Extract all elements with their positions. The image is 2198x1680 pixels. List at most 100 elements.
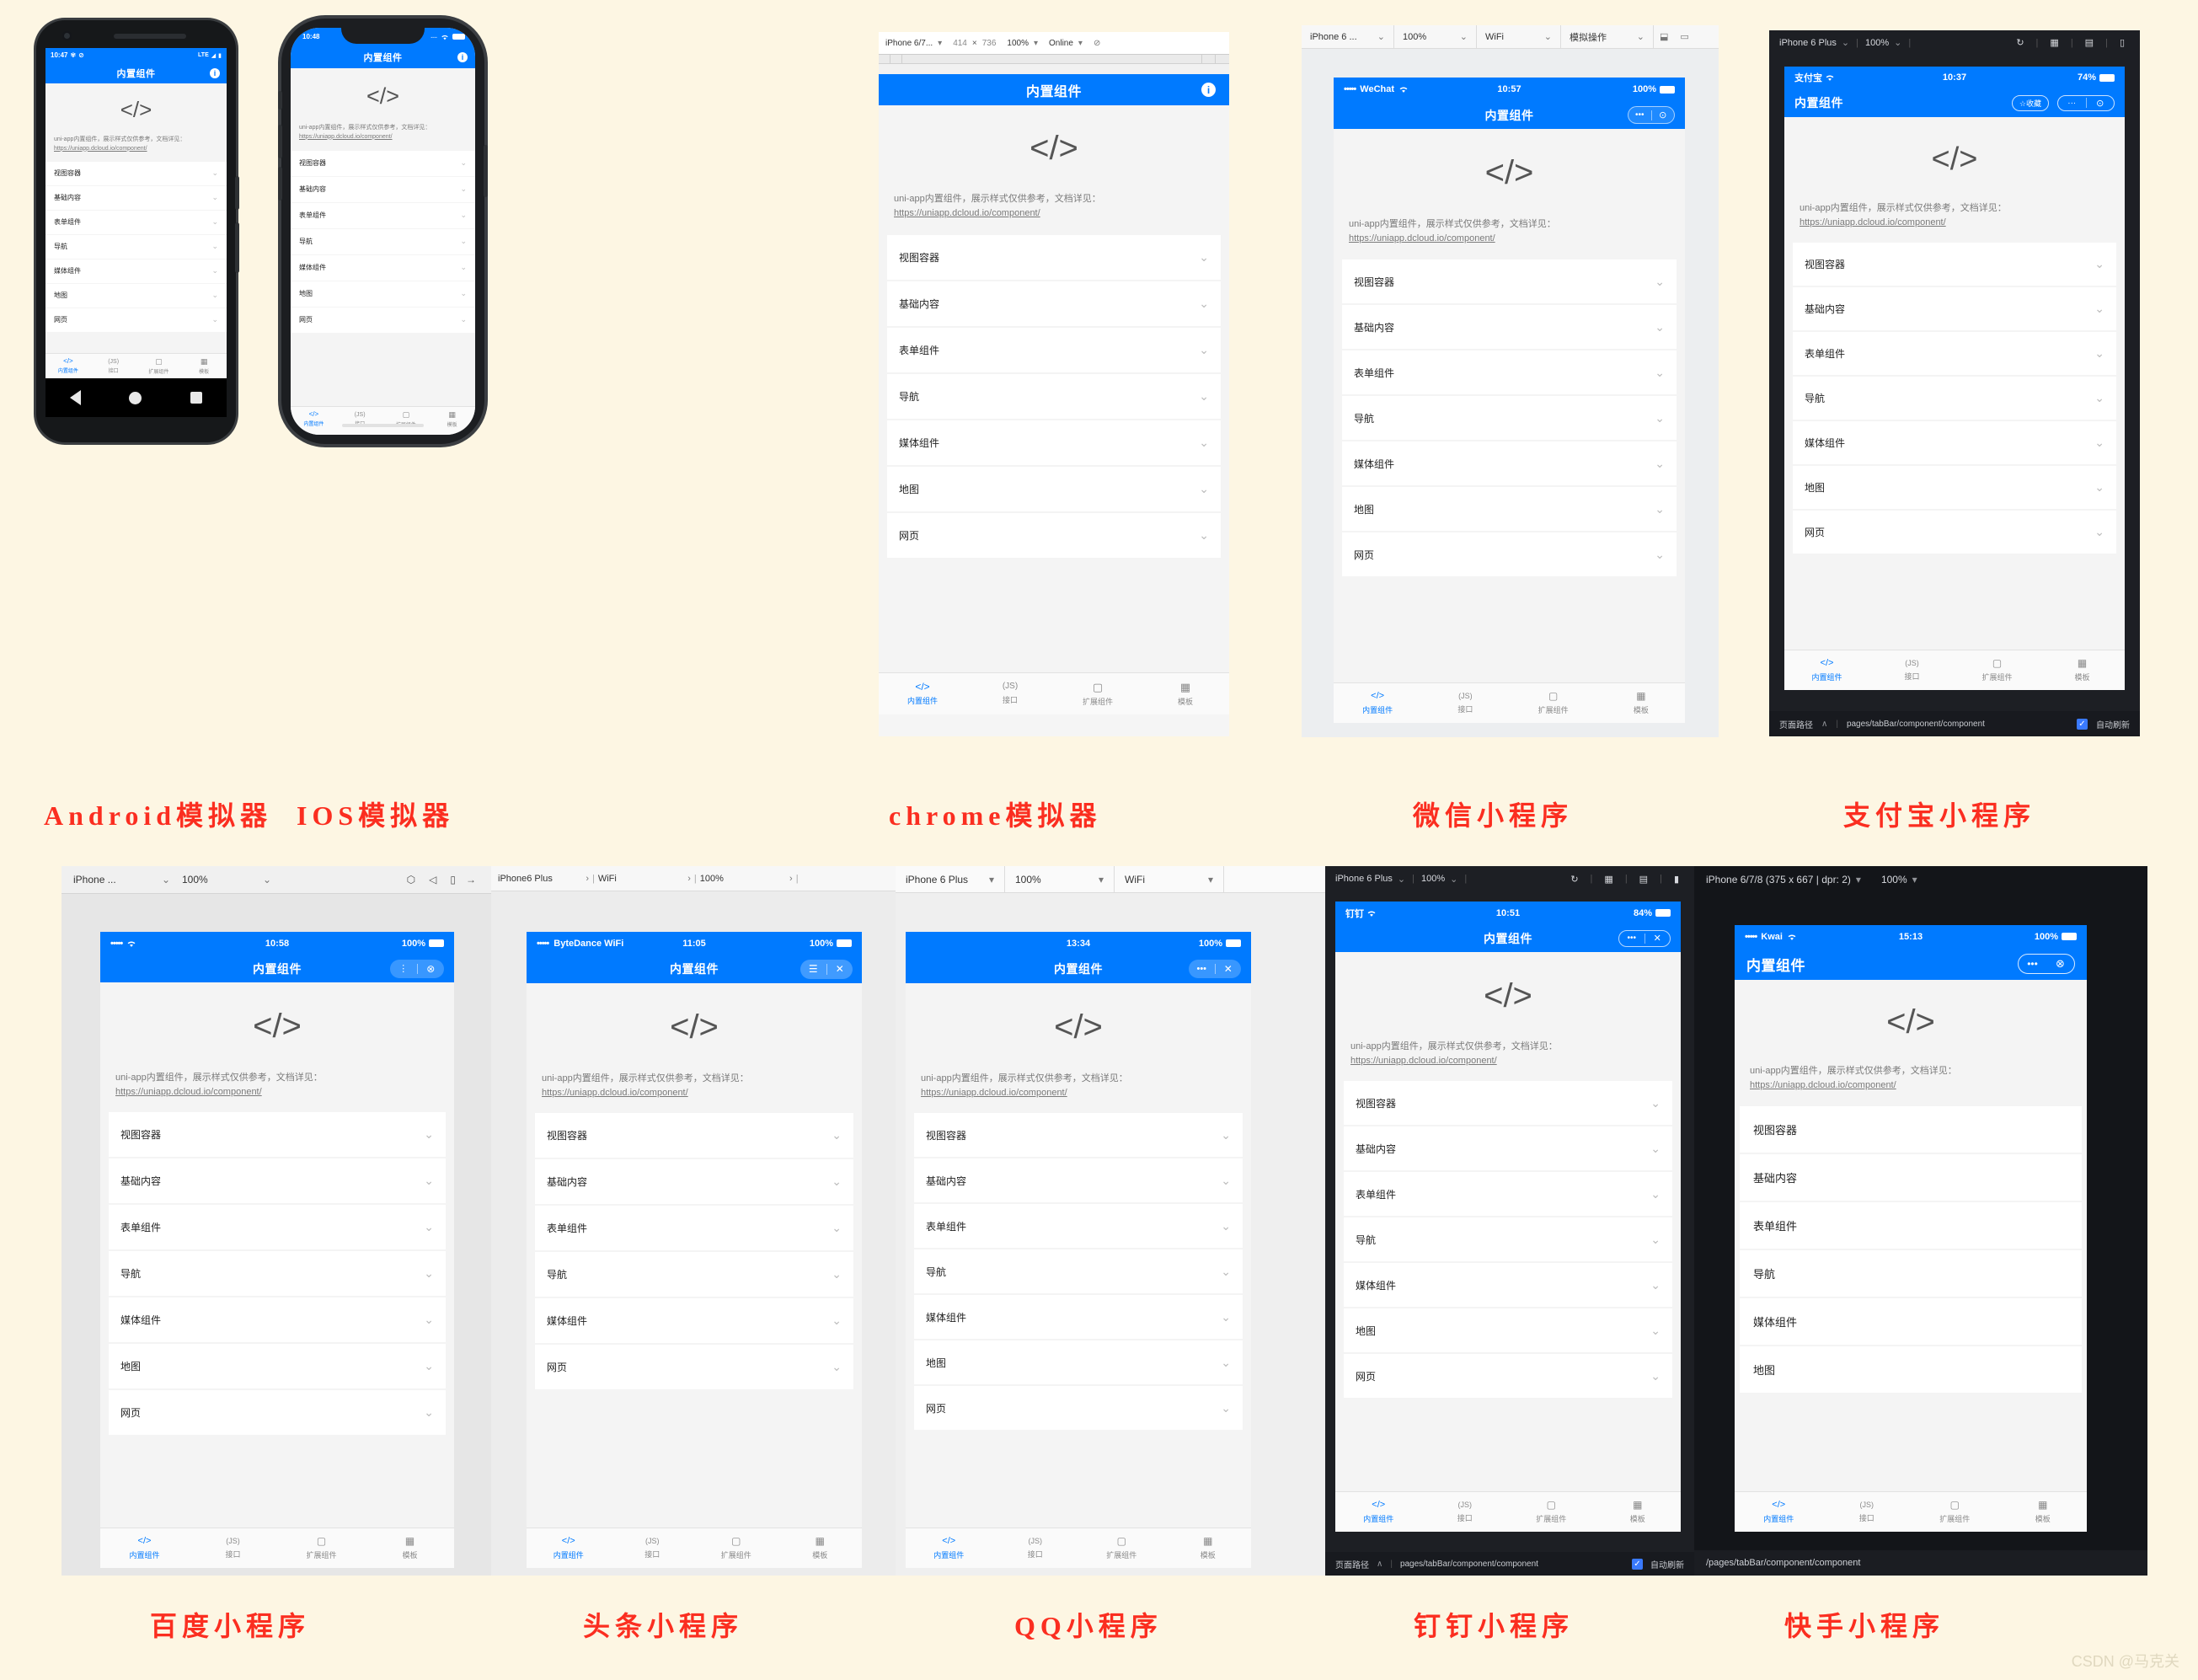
list-item[interactable]: 基础内容 — [1740, 1154, 2082, 1201]
chrome-height-input[interactable]: 736 — [982, 39, 997, 48]
alipay-device-select[interactable]: iPhone 6 Plus ⌄ — [1779, 37, 1849, 49]
qq-network-select[interactable]: WiFi ▾ — [1115, 866, 1224, 892]
toutiao-zoom-select[interactable]: 100% › — [700, 874, 793, 884]
list-item[interactable]: 导航 ⌄ — [45, 234, 227, 259]
alipay-zoom-select[interactable]: 100% ⌄ — [1865, 37, 1901, 49]
kwai-zoom-select[interactable]: 100% ▾ — [1881, 874, 1917, 885]
docs-link[interactable]: https://uniapp.dcloud.io/component/ — [1349, 232, 1670, 246]
docs-link[interactable]: https://uniapp.dcloud.io/component/ — [1800, 216, 2110, 230]
docs-link[interactable]: https://uniapp.dcloud.io/component/ — [1750, 1078, 2072, 1093]
sound-icon[interactable]: ◁ — [422, 874, 443, 885]
cube-icon[interactable]: ⬡ — [400, 874, 422, 885]
list-item[interactable]: 视图容器 ⌄ — [1793, 243, 2116, 286]
kwai-capsule-menu[interactable]: ••• ⊗ — [2018, 954, 2075, 974]
list-item[interactable]: 导航 ⌄ — [1793, 377, 2116, 420]
list-item[interactable]: 地图 ⌄ — [291, 281, 475, 307]
tab-builtin-components[interactable]: </> 内置组件 — [527, 1528, 611, 1568]
list-item[interactable]: 视图容器 ⌄ — [109, 1112, 446, 1158]
wechat-screenshot-icon[interactable]: ▭ — [1674, 31, 1694, 42]
list-item[interactable]: 基础内容 ⌄ — [535, 1159, 853, 1205]
baidu-zoom-select[interactable]: 100% ⌄ — [170, 874, 271, 885]
list-item[interactable]: 地图 ⌄ — [1344, 1308, 1672, 1353]
chrome-zoom-select[interactable]: 100% ▾ — [1007, 39, 1038, 48]
tab-api[interactable]: (JS) 接口 — [337, 407, 383, 431]
list-item[interactable]: 网页 ⌄ — [887, 513, 1221, 559]
list-item[interactable]: 网页 ⌄ — [1342, 532, 1677, 577]
list-item[interactable]: 基础内容 ⌄ — [1344, 1126, 1672, 1171]
tab-templates[interactable]: ▦ 模板 — [366, 1528, 454, 1568]
phone-icon[interactable]: ▯ — [443, 874, 463, 885]
android-home-button[interactable] — [129, 391, 142, 404]
android-power-button[interactable] — [235, 176, 239, 210]
tab-api[interactable]: (JS) 接口 — [1422, 1492, 1509, 1532]
grid-icon[interactable]: ▦ — [1599, 874, 1618, 885]
tab-extended-components[interactable]: ▢ 扩展组件 — [277, 1528, 366, 1568]
list-item[interactable]: 媒体组件 ⌄ — [1344, 1263, 1672, 1308]
more-icon[interactable]: ••• — [2019, 958, 2046, 970]
docs-link[interactable]: https://uniapp.dcloud.io/component/ — [299, 133, 467, 142]
auto-refresh-checkbox[interactable]: ✓ — [1632, 1558, 1643, 1570]
baidu-capsule-menu[interactable]: ⋮ ⊗ — [390, 959, 444, 978]
tab-templates[interactable]: ▦ 模板 — [181, 354, 227, 378]
wechat-zoom-select[interactable]: 100% ⌄ — [1394, 25, 1477, 48]
tab-api[interactable]: (JS) 接口 — [966, 673, 1054, 714]
tab-extended-components[interactable]: ▢ 扩展组件 — [694, 1528, 778, 1568]
list-item[interactable]: 表单组件 ⌄ — [109, 1205, 446, 1250]
alipay-capsule-menu[interactable]: ··· ⊙ — [2057, 94, 2115, 111]
list-item[interactable]: 地图 ⌄ — [1793, 466, 2116, 510]
tab-templates[interactable]: ▦ 模板 — [1595, 1492, 1682, 1532]
kwai-device-select[interactable]: iPhone 6/7/8 (375 x 667 | dpr: 2) ▾ — [1706, 874, 1861, 885]
info-icon[interactable]: i — [457, 51, 468, 62]
list-item[interactable]: 地图 ⌄ — [887, 467, 1221, 512]
tab-extended-components[interactable]: ▢ 扩展组件 — [136, 354, 182, 378]
list-item[interactable]: 媒体组件 ⌄ — [914, 1295, 1243, 1340]
tab-builtin-components[interactable]: </> 内置组件 — [906, 1528, 992, 1568]
list-item[interactable]: 视图容器 ⌄ — [45, 161, 227, 185]
list-item[interactable]: 视图容器 ⌄ — [291, 150, 475, 176]
list-item[interactable]: 媒体组件 ⌄ — [1342, 441, 1677, 486]
list-item[interactable]: 导航 ⌄ — [109, 1251, 446, 1297]
list-item[interactable]: 基础内容 ⌄ — [914, 1158, 1243, 1203]
info-icon[interactable]: i — [1201, 83, 1216, 97]
toutiao-device-select[interactable]: iPhone6 Plus › — [498, 874, 589, 884]
tab-api[interactable]: (JS) 接口 — [1421, 683, 1509, 723]
list-item[interactable]: 视图容器 ⌄ — [887, 235, 1221, 281]
list-item[interactable]: 视图容器 ⌄ — [1344, 1081, 1672, 1126]
list-item[interactable]: 网页 ⌄ — [1344, 1354, 1672, 1399]
more-icon[interactable]: ⋮ — [390, 963, 417, 974]
docs-link[interactable]: https://uniapp.dcloud.io/component/ — [54, 145, 218, 154]
window-icon[interactable]: ▯ — [2115, 37, 2130, 48]
ios-silent-switch[interactable] — [278, 91, 282, 110]
list-item[interactable]: 地图 ⌄ — [45, 283, 227, 308]
chrome-network-select[interactable]: Online ▾ — [1049, 39, 1083, 48]
qq-zoom-select[interactable]: 100% ▾ — [1005, 866, 1115, 892]
android-recents-button[interactable] — [190, 392, 203, 404]
docs-link[interactable]: https://uniapp.dcloud.io/component/ — [894, 206, 1214, 221]
list-item[interactable]: 导航 ⌄ — [914, 1249, 1243, 1294]
tab-builtin-components[interactable]: </> 内置组件 — [879, 673, 966, 714]
wechat-capsule-menu[interactable]: ••• ⊙ — [1628, 106, 1675, 124]
list-item[interactable]: 网页 ⌄ — [45, 308, 227, 332]
list-item[interactable]: 表单组件 — [1740, 1202, 2082, 1249]
tab-templates[interactable]: ▦ 模板 — [1165, 1528, 1252, 1568]
list-item[interactable]: 表单组件 ⌄ — [1342, 350, 1677, 395]
wechat-device-select[interactable]: iPhone 6 ... ⌄ — [1302, 25, 1394, 48]
list-item[interactable]: 表单组件 ⌄ — [1793, 332, 2116, 376]
tab-extended-components[interactable]: ▢ 扩展组件 — [1508, 1492, 1595, 1532]
tab-api[interactable]: (JS) 接口 — [91, 354, 136, 378]
tab-builtin-components[interactable]: </> 内置组件 — [100, 1528, 189, 1568]
close-icon[interactable]: ⊗ — [2046, 957, 2074, 971]
list-item[interactable]: 表单组件 ⌄ — [887, 328, 1221, 373]
list-item[interactable]: 导航 — [1740, 1250, 2082, 1297]
tab-api[interactable]: (JS) 接口 — [189, 1528, 277, 1568]
close-icon[interactable]: ✕ — [1645, 933, 1671, 944]
tab-templates[interactable]: ▦ 模板 — [1999, 1492, 2088, 1532]
list-item[interactable]: 视图容器 ⌄ — [535, 1113, 853, 1158]
list-item[interactable]: 表单组件 ⌄ — [291, 202, 475, 228]
list-item[interactable]: 基础内容 ⌄ — [291, 176, 475, 202]
toutiao-capsule-menu[interactable]: ☰ ✕ — [800, 959, 853, 979]
list-item[interactable]: 导航 ⌄ — [887, 374, 1221, 420]
list-item[interactable]: 网页 ⌄ — [109, 1390, 446, 1436]
list-item[interactable]: 导航 ⌄ — [535, 1252, 853, 1297]
tab-extended-components[interactable]: ▢ 扩展组件 — [1054, 673, 1142, 714]
